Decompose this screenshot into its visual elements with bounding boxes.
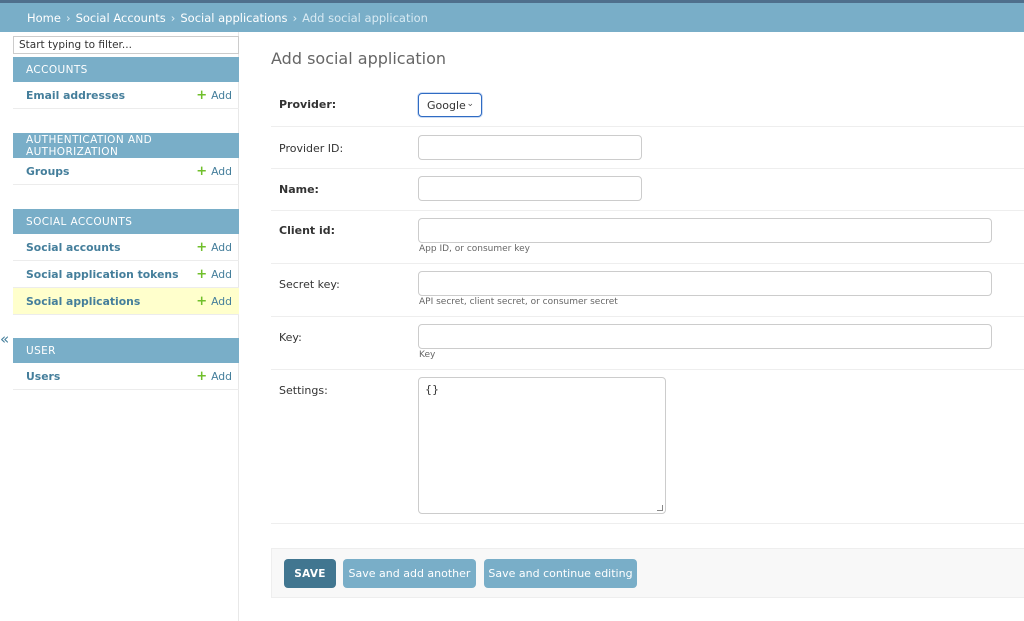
module-caption: AUTHENTICATION AND AUTHORIZATION bbox=[13, 133, 239, 158]
save-and-continue-button[interactable]: Save and continue editing bbox=[484, 559, 637, 588]
breadcrumb-home[interactable]: Home bbox=[27, 11, 61, 25]
secret-key-input[interactable] bbox=[418, 271, 992, 296]
add-label: Add bbox=[211, 267, 232, 281]
sidebar-item-social-application-tokens: Social application tokens + Add bbox=[13, 261, 239, 288]
sidebar-filter-input[interactable]: Start typing to filter... bbox=[13, 36, 239, 54]
settings-textarea[interactable]: {} bbox=[418, 377, 666, 514]
module-caption: SOCIAL ACCOUNTS bbox=[13, 209, 239, 234]
key-help: Key bbox=[419, 350, 436, 360]
add-group-link[interactable]: + Add bbox=[196, 165, 232, 178]
settings-value: {} bbox=[425, 383, 439, 396]
add-icon: + bbox=[196, 87, 208, 103]
breadcrumb-social-applications[interactable]: Social applications bbox=[180, 11, 287, 25]
provider-id-input[interactable] bbox=[418, 135, 642, 160]
module-user: USER Users + Add bbox=[13, 338, 239, 390]
module-authentication: AUTHENTICATION AND AUTHORIZATION Groups … bbox=[13, 133, 239, 185]
save-and-add-another-button[interactable]: Save and add another bbox=[343, 559, 476, 588]
form-row-name bbox=[271, 169, 1024, 211]
add-label: Add bbox=[211, 369, 232, 383]
sidebar-item-label[interactable]: Social application tokens bbox=[26, 268, 179, 281]
add-social-application-token-link[interactable]: + Add bbox=[196, 268, 232, 281]
sidebar-item-social-applications: Social applications + Add bbox=[13, 288, 239, 315]
sidebar-item-label[interactable]: Social accounts bbox=[26, 241, 121, 254]
chevron-down-icon: ⌄ bbox=[466, 99, 474, 109]
name-label: Name: bbox=[279, 183, 319, 196]
collapse-sidebar-icon[interactable]: « bbox=[0, 332, 9, 347]
name-input[interactable] bbox=[418, 176, 642, 201]
add-icon: + bbox=[196, 163, 208, 179]
form-row-provider bbox=[271, 84, 1024, 127]
breadcrumb-separator: › bbox=[170, 10, 176, 25]
secret-key-label: Secret key: bbox=[279, 278, 340, 291]
module-social-accounts: SOCIAL ACCOUNTS Social accounts + Add Soc… bbox=[13, 209, 239, 315]
save-button[interactable]: SAVE bbox=[284, 559, 336, 588]
sidebar-item-email-addresses: Email addresses + Add bbox=[13, 82, 239, 109]
add-social-account-link[interactable]: + Add bbox=[196, 241, 232, 254]
add-label: Add bbox=[211, 294, 232, 308]
breadcrumb-social-accounts[interactable]: Social Accounts bbox=[76, 11, 166, 25]
add-label: Add bbox=[211, 164, 232, 178]
module-caption: USER bbox=[13, 338, 239, 363]
add-icon: + bbox=[196, 368, 208, 384]
sidebar: Start typing to filter... ACCOUNTS Email… bbox=[12, 32, 239, 621]
secret-key-help: API secret, client secret, or consumer s… bbox=[419, 297, 618, 307]
sidebar-item-label[interactable]: Email addresses bbox=[26, 89, 125, 102]
settings-label: Settings: bbox=[279, 384, 328, 397]
sidebar-item-groups: Groups + Add bbox=[13, 158, 239, 185]
add-icon: + bbox=[196, 293, 208, 309]
breadcrumb: Home › Social Accounts › Social applicat… bbox=[0, 3, 1024, 32]
key-label: Key: bbox=[279, 331, 302, 344]
key-input[interactable] bbox=[418, 324, 992, 349]
module-caption: ACCOUNTS bbox=[13, 57, 239, 82]
sidebar-item-users: Users + Add bbox=[13, 363, 239, 390]
client-id-label: Client id: bbox=[279, 224, 336, 237]
breadcrumb-separator: › bbox=[65, 10, 71, 25]
breadcrumb-separator: › bbox=[292, 10, 298, 25]
sidebar-item-label[interactable]: Social applications bbox=[26, 295, 140, 308]
module-accounts: ACCOUNTS Email addresses + Add bbox=[13, 57, 239, 109]
page-title: Add social application bbox=[271, 49, 447, 68]
provider-select[interactable]: Google ⌄ bbox=[418, 93, 482, 117]
add-social-application-link[interactable]: + Add bbox=[196, 295, 232, 308]
provider-select-value: Google bbox=[427, 98, 466, 112]
add-label: Add bbox=[211, 88, 232, 102]
sidebar-item-social-accounts: Social accounts + Add bbox=[13, 234, 239, 261]
add-icon: + bbox=[196, 266, 208, 282]
add-icon: + bbox=[196, 239, 208, 255]
submit-row: SAVE Save and add another Save and conti… bbox=[271, 548, 1024, 598]
provider-id-label: Provider ID: bbox=[279, 142, 344, 155]
provider-label: Provider: bbox=[279, 98, 337, 111]
client-id-help: App ID, or consumer key bbox=[419, 244, 530, 254]
breadcrumb-current: Add social application bbox=[302, 10, 428, 25]
add-label: Add bbox=[211, 240, 232, 254]
client-id-input[interactable] bbox=[418, 218, 992, 243]
resize-handle-icon[interactable] bbox=[657, 505, 663, 511]
form-row-provider-id bbox=[271, 127, 1024, 169]
sidebar-item-label[interactable]: Users bbox=[26, 370, 60, 383]
add-user-link[interactable]: + Add bbox=[196, 370, 232, 383]
add-email-address-link[interactable]: + Add bbox=[196, 89, 232, 102]
sidebar-item-label[interactable]: Groups bbox=[26, 165, 69, 178]
